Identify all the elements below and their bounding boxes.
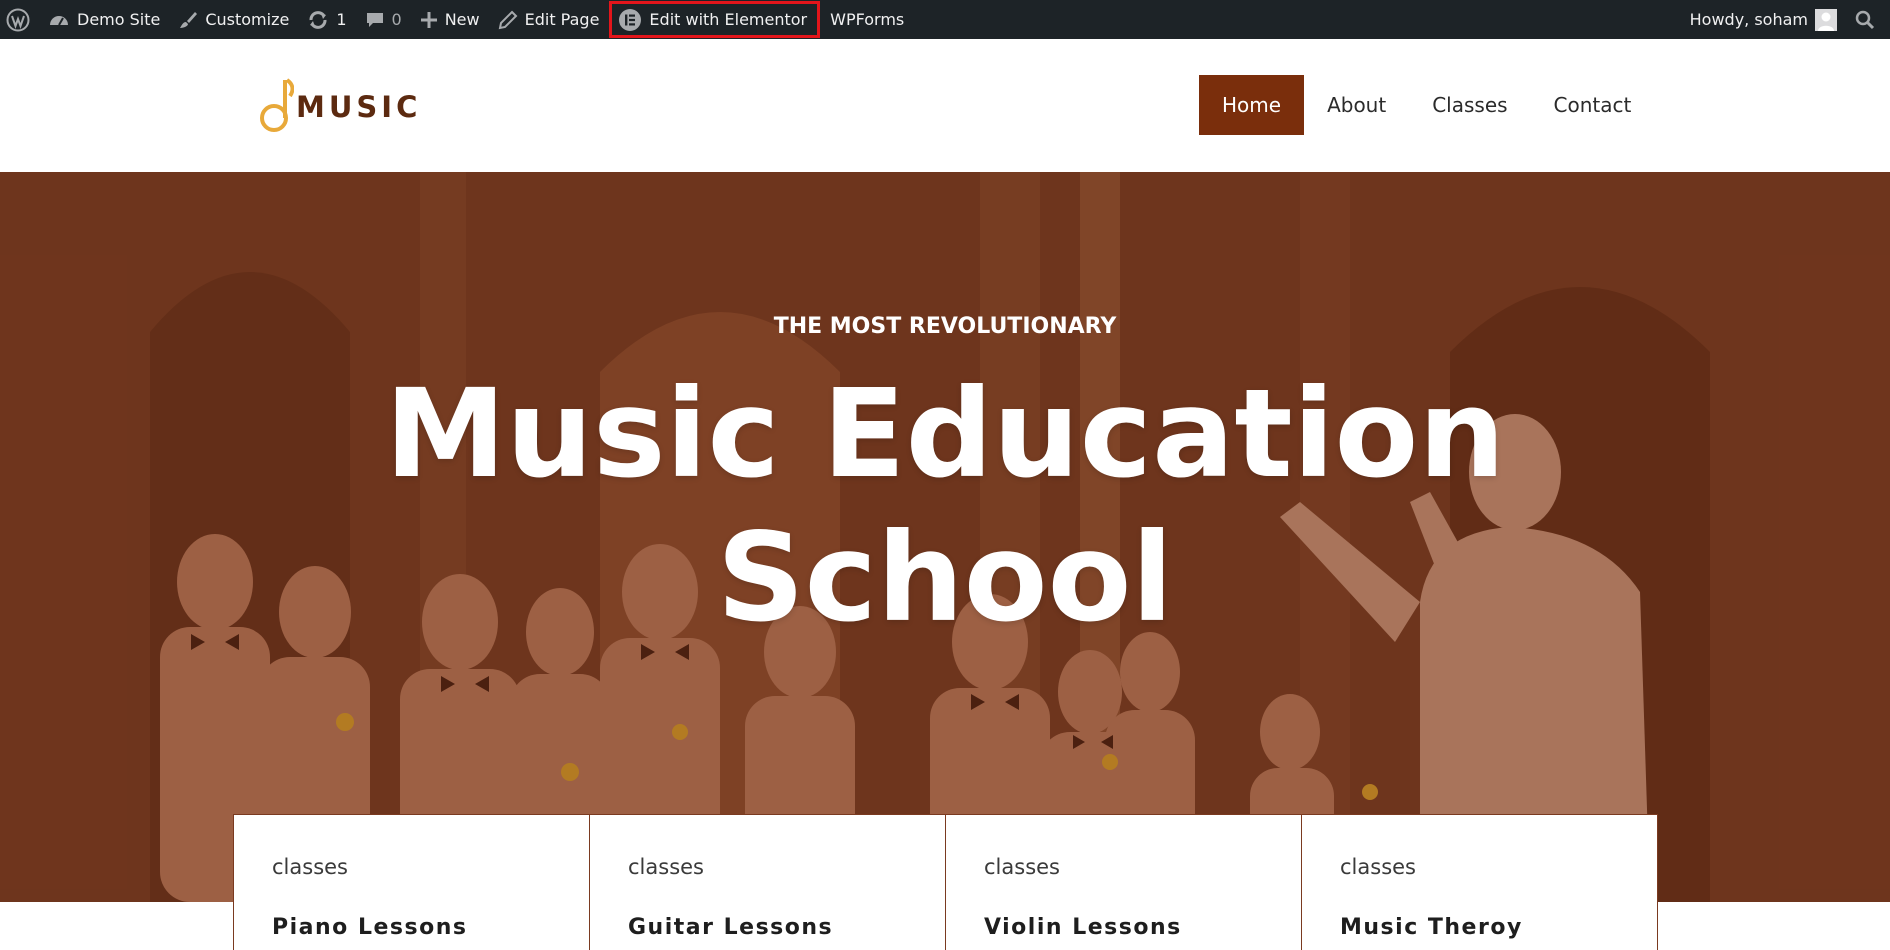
admin-search[interactable] — [1846, 0, 1884, 39]
nav-item-about[interactable]: About — [1304, 75, 1409, 135]
customize-link[interactable]: Customize — [169, 0, 298, 39]
hero-title: Music Education School — [0, 362, 1890, 650]
card-tag: classes — [1340, 855, 1416, 879]
search-icon — [1855, 10, 1875, 30]
hero-title-line1: Music Education — [384, 363, 1506, 505]
howdy-label: Howdy, soham — [1689, 10, 1808, 29]
class-card-guitar[interactable]: classes Guitar Lessons — [590, 815, 946, 950]
wp-admin-bar: Demo Site Customize 1 0 New Edit Page Ed… — [0, 0, 1890, 39]
music-note-icon — [258, 76, 295, 138]
card-title[interactable]: Music Theroy — [1340, 915, 1619, 940]
nav-item-contact[interactable]: Contact — [1531, 75, 1655, 135]
customize-label: Customize — [205, 10, 290, 29]
hero-title-line2: School — [716, 507, 1174, 649]
new-content-menu[interactable]: New — [411, 0, 489, 39]
card-tag: classes — [628, 855, 704, 879]
wpforms-label: WPForms — [830, 10, 905, 29]
wp-logo-menu[interactable] — [0, 0, 39, 39]
edit-page-link[interactable]: Edit Page — [489, 0, 609, 39]
paintbrush-icon — [178, 10, 198, 30]
avatar — [1815, 8, 1837, 31]
hero-eyebrow: THE MOST REVOLUTIONARY — [773, 314, 1117, 339]
admin-bar-right: Howdy, soham — [1681, 0, 1890, 39]
update-icon — [307, 10, 329, 30]
comment-icon — [365, 10, 385, 30]
edit-with-elementor-label: Edit with Elementor — [649, 10, 808, 29]
updates-count: 1 — [336, 10, 347, 29]
elementor-icon — [618, 8, 642, 32]
hero-section: THE MOST REVOLUTIONARY Music Education S… — [0, 172, 1890, 902]
pencil-icon — [498, 10, 518, 30]
plus-icon — [420, 11, 438, 29]
class-card-violin[interactable]: classes Violin Lessons — [946, 815, 1302, 950]
admin-bar-left: Demo Site Customize 1 0 New Edit Page Ed… — [0, 0, 913, 39]
new-label: New — [444, 10, 480, 29]
comments-link[interactable]: 0 — [356, 0, 411, 39]
my-account-menu[interactable]: Howdy, soham — [1681, 0, 1846, 39]
updates-link[interactable]: 1 — [298, 0, 355, 39]
card-title[interactable]: Guitar Lessons — [628, 915, 907, 940]
class-card-music-theory[interactable]: classes Music Theroy — [1302, 815, 1657, 950]
edit-page-label: Edit Page — [524, 10, 600, 29]
main-navigation: Home About Classes Contact — [1199, 75, 1654, 135]
class-cards: classes Piano Lessons classes Guitar Les… — [233, 814, 1658, 950]
card-tag: classes — [984, 855, 1060, 879]
card-title[interactable]: Violin Lessons — [984, 915, 1263, 940]
logo-text: MUSIC — [296, 90, 422, 124]
site-logo[interactable]: MUSIC — [258, 77, 421, 137]
site-name-label: Demo Site — [77, 10, 161, 29]
wordpress-icon — [6, 8, 30, 32]
card-title[interactable]: Piano Lessons — [272, 915, 551, 940]
site-header: MUSIC Home About Classes Contact — [0, 39, 1890, 172]
nav-item-home[interactable]: Home — [1199, 75, 1305, 135]
card-tag: classes — [272, 855, 348, 879]
class-card-piano[interactable]: classes Piano Lessons — [234, 815, 590, 950]
edit-with-elementor-link[interactable]: Edit with Elementor — [608, 0, 821, 39]
site-name-menu[interactable]: Demo Site — [39, 0, 169, 39]
nav-item-classes[interactable]: Classes — [1409, 75, 1530, 135]
wpforms-menu[interactable]: WPForms — [821, 0, 913, 39]
dashboard-icon — [48, 10, 70, 30]
comments-count: 0 — [391, 10, 402, 29]
